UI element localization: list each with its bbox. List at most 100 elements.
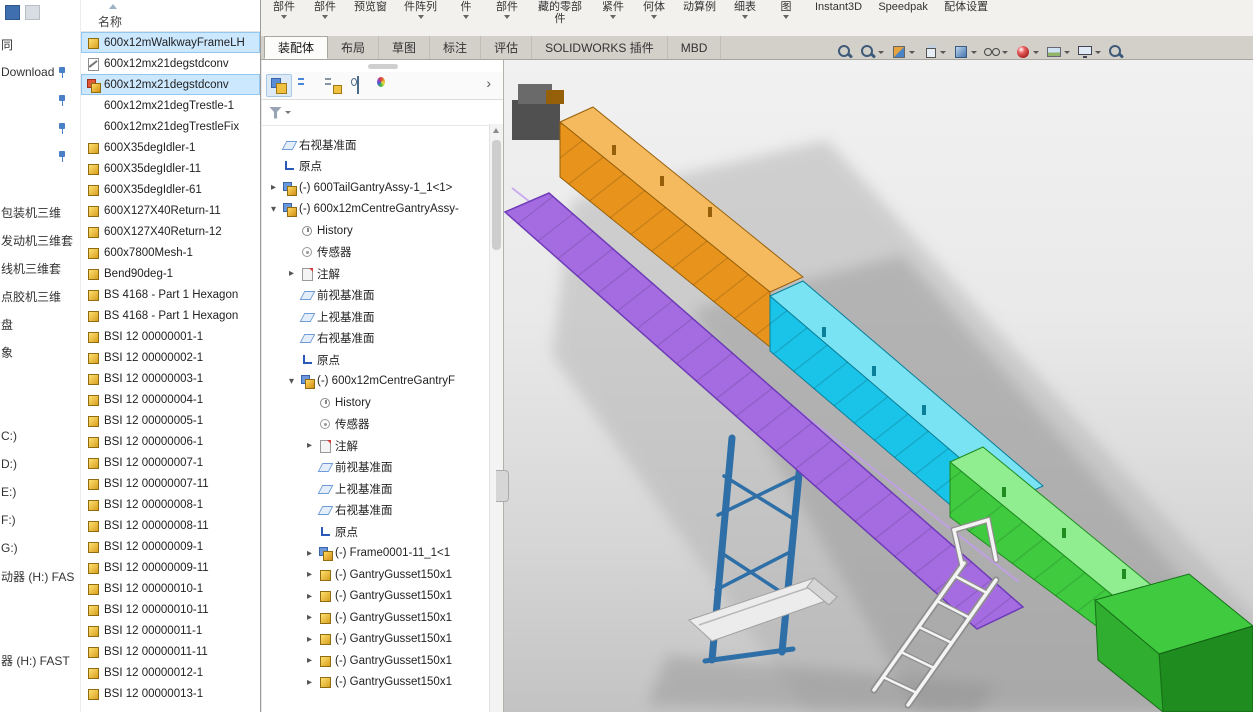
name-column-header[interactable]: 名称 xyxy=(81,0,260,32)
explorer-toolbar-icon[interactable] xyxy=(25,5,40,20)
600X35degIdler-61[interactable]: 600X35degIdler-61 xyxy=(81,179,260,200)
feature-tree-item[interactable]: (-) 600x12mCentreGantryF xyxy=(262,371,490,393)
expander-icon[interactable] xyxy=(304,569,315,580)
explorer-nav-item[interactable]: 象 xyxy=(0,338,79,366)
600x12mx21degTrestleFix[interactable]: 600x12mx21degTrestleFix xyxy=(81,116,260,137)
displaymanager-tab[interactable] xyxy=(374,74,400,97)
Bend90deg-1[interactable]: Bend90deg-1 xyxy=(81,263,260,284)
explorer-nav-item[interactable] xyxy=(0,114,79,142)
explorer-nav-item[interactable]: 动器 (H:) FAS xyxy=(0,562,79,590)
feature-tree-item[interactable]: 原点 xyxy=(262,349,490,371)
BSI 12 00000010-11[interactable]: BSI 12 00000010-11 xyxy=(81,599,260,620)
explorer-nav-item[interactable]: 器 (H:) FAST xyxy=(0,646,79,674)
feature-tree-item[interactable]: 右视基准面 xyxy=(262,134,490,156)
ribbon-tab[interactable]: 草图 xyxy=(379,36,430,59)
BSI 12 00000010-1[interactable]: BSI 12 00000010-1 xyxy=(81,578,260,599)
BS 4168 - Part 1 Hexagon[interactable]: BS 4168 - Part 1 Hexagon xyxy=(81,305,260,326)
feature-tree-item[interactable]: (-) GantryGusset150x1 xyxy=(262,564,490,586)
BSI 12 00000006-1[interactable]: BSI 12 00000006-1 xyxy=(81,431,260,452)
expander-icon[interactable] xyxy=(286,376,297,387)
ribbon-tab[interactable]: 标注 xyxy=(430,36,481,59)
BSI 12 00000002-1[interactable]: BSI 12 00000002-1 xyxy=(81,347,260,368)
600x12mx21degstdconv[interactable]: 600x12mx21degstdconv xyxy=(81,53,260,74)
BSI 12 00000005-1[interactable]: BSI 12 00000005-1 xyxy=(81,410,260,431)
ribbon-tab[interactable]: 评估 xyxy=(481,36,532,59)
feature-tree-item[interactable]: (-) 600x12mCentreGantryAssy- xyxy=(262,199,490,221)
expander-icon[interactable] xyxy=(304,655,315,666)
feature-tree-item[interactable]: 注解 xyxy=(262,435,490,457)
tab-overflow-chevron-icon[interactable] xyxy=(486,75,491,91)
feature-tree-item[interactable]: (-) 600TailGantryAssy-1_1<1> xyxy=(262,177,490,199)
dimxpertmanager-tab[interactable] xyxy=(347,74,373,97)
ribbon-button[interactable]: 配体设置 xyxy=(944,0,988,13)
ribbon-button[interactable]: 细表 xyxy=(733,0,757,19)
expander-icon[interactable] xyxy=(286,268,297,279)
hide-show-items-button[interactable] xyxy=(983,43,1009,61)
magnifying-glass-button[interactable] xyxy=(1107,43,1125,61)
feature-tree-item[interactable]: (-) GantryGusset150x1 xyxy=(262,672,490,694)
600X127X40Return-12[interactable]: 600X127X40Return-12 xyxy=(81,221,260,242)
feature-tree-item[interactable]: 右视基准面 xyxy=(262,328,490,350)
expander-icon[interactable] xyxy=(304,677,315,688)
BSI 12 00000007-1[interactable]: BSI 12 00000007-1 xyxy=(81,452,260,473)
display-style-button[interactable] xyxy=(952,43,978,61)
600x12mx21degstdconv[interactable]: 600x12mx21degstdconv xyxy=(81,74,260,95)
feature-tree-item[interactable]: 传感器 xyxy=(262,414,490,436)
ribbon-button[interactable]: 部件 xyxy=(313,0,337,19)
BSI 12 00000003-1[interactable]: BSI 12 00000003-1 xyxy=(81,368,260,389)
explorer-nav-item[interactable]: D:) xyxy=(0,450,79,478)
BSI 12 00000009-11[interactable]: BSI 12 00000009-11 xyxy=(81,557,260,578)
feature-tree-item[interactable]: 上视基准面 xyxy=(262,306,490,328)
featuremanager-tab[interactable] xyxy=(266,74,292,97)
ribbon-tab[interactable]: SOLIDWORKS 插件 xyxy=(532,36,668,59)
BSI 12 00000009-1[interactable]: BSI 12 00000009-1 xyxy=(81,536,260,557)
BSI 12 00000004-1[interactable]: BSI 12 00000004-1 xyxy=(81,389,260,410)
feature-tree-item[interactable]: 原点 xyxy=(262,521,490,543)
zoom-fit-button[interactable] xyxy=(836,43,854,61)
explorer-nav-item[interactable]: 发动机三维套 xyxy=(0,226,79,254)
ribbon-button[interactable]: 何体 xyxy=(642,0,666,19)
ribbon-button[interactable]: 部件 xyxy=(495,0,519,19)
explorer-nav-item[interactable] xyxy=(0,170,79,198)
explorer-nav-item[interactable]: F:) xyxy=(0,506,79,534)
feature-tree-item[interactable]: (-) GantryGusset150x1 xyxy=(262,586,490,608)
ribbon-tab[interactable]: 布局 xyxy=(328,36,379,59)
section-view-button[interactable] xyxy=(890,43,916,61)
filter-funnel-icon[interactable] xyxy=(269,107,282,119)
scrollbar-thumb[interactable] xyxy=(492,140,501,250)
feature-tree-item[interactable]: 上视基准面 xyxy=(262,478,490,500)
expander-icon[interactable] xyxy=(268,204,279,215)
ribbon-tab[interactable]: MBD xyxy=(668,36,722,59)
expander-icon[interactable] xyxy=(304,634,315,645)
expander-icon[interactable] xyxy=(304,612,315,623)
BSI 12 00000008-1[interactable]: BSI 12 00000008-1 xyxy=(81,494,260,515)
explorer-nav-item[interactable] xyxy=(0,394,79,422)
BSI 12 00000011-11[interactable]: BSI 12 00000011-11 xyxy=(81,641,260,662)
ribbon-button[interactable]: 件阵列 xyxy=(404,0,437,19)
tree-filter-input[interactable] xyxy=(294,103,503,123)
panel-grip-handle[interactable] xyxy=(368,64,398,69)
ribbon-button[interactable]: 件 xyxy=(454,0,478,19)
BSI 12 00000001-1[interactable]: BSI 12 00000001-1 xyxy=(81,326,260,347)
explorer-nav-item[interactable] xyxy=(0,618,79,646)
ribbon-button[interactable]: Instant3D xyxy=(815,0,862,13)
feature-tree-item[interactable]: (-) GantryGusset150x1 xyxy=(262,650,490,672)
ribbon-button[interactable]: 紧件 xyxy=(601,0,625,19)
scroll-up-arrow-icon[interactable] xyxy=(493,128,499,133)
explorer-nav-item[interactable] xyxy=(0,86,79,114)
600x12mx21degTrestle-1[interactable]: 600x12mx21degTrestle-1 xyxy=(81,95,260,116)
feature-tree-item[interactable]: 传感器 xyxy=(262,242,490,264)
600X35degIdler-1[interactable]: 600X35degIdler-1 xyxy=(81,137,260,158)
propertymanager-tab[interactable] xyxy=(293,74,319,97)
edit-appearance-button[interactable] xyxy=(1014,43,1040,61)
BSI 12 00000007-11[interactable]: BSI 12 00000007-11 xyxy=(81,473,260,494)
panel-splitter-handle[interactable] xyxy=(496,470,509,502)
feature-tree-item[interactable]: 前视基准面 xyxy=(262,285,490,307)
apply-scene-button[interactable] xyxy=(1045,43,1071,61)
explorer-nav-item[interactable]: Download xyxy=(0,58,79,86)
zoom-area-button[interactable] xyxy=(859,43,885,61)
explorer-nav-item[interactable]: 线机三维套 xyxy=(0,254,79,282)
feature-tree-item[interactable]: 前视基准面 xyxy=(262,457,490,479)
BSI 12 00000011-1[interactable]: BSI 12 00000011-1 xyxy=(81,620,260,641)
feature-tree-item[interactable]: 注解 xyxy=(262,263,490,285)
